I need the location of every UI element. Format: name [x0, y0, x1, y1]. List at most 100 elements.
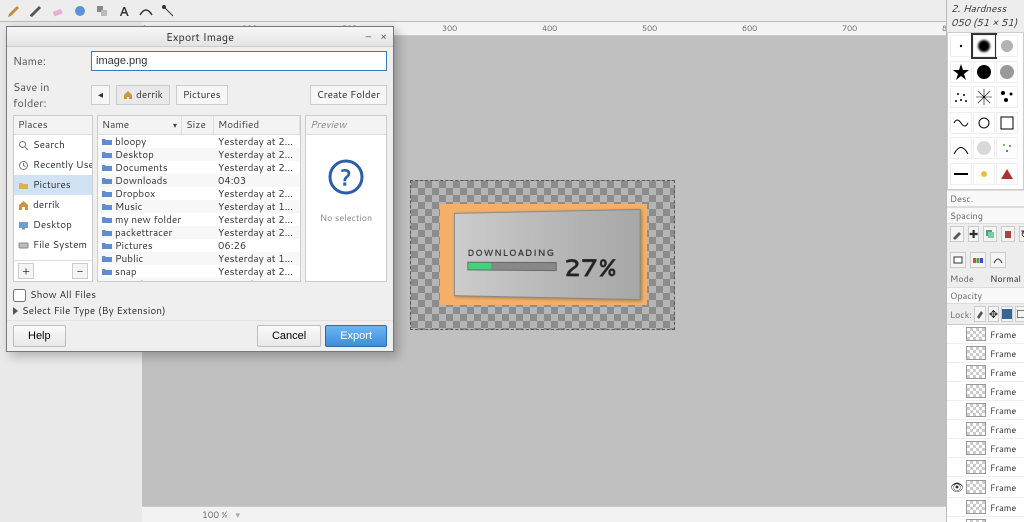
col-size-header[interactable]: Size [182, 116, 214, 134]
file-row[interactable]: PublicYesterday at 18:20 [98, 252, 300, 265]
delete-brush-icon[interactable] [1001, 226, 1015, 242]
place-item[interactable]: derrik [14, 195, 92, 215]
new-brush-icon[interactable]: ✚ [968, 226, 979, 242]
filename-input[interactable] [91, 51, 387, 71]
file-row[interactable]: MusicYesterday at 18:20 [98, 200, 300, 213]
channels-tab-icon[interactable] [970, 252, 986, 268]
lock-alpha-icon[interactable] [1001, 306, 1013, 322]
file-list[interactable]: bloopyYesterday at 23:13DesktopYesterday… [98, 135, 300, 281]
refresh-brush-icon[interactable]: ↻ [1019, 226, 1024, 242]
places-list[interactable]: SearchRecently UsedPicturesderrikDesktop… [14, 135, 92, 260]
file-row[interactable]: snapYesterday at 23:23 [98, 265, 300, 278]
remove-place-button[interactable]: − [72, 263, 88, 279]
layer-row[interactable]: Frame [947, 401, 1024, 420]
file-row[interactable]: DesktopYesterday at 23:13 [98, 148, 300, 161]
smudge-icon[interactable] [72, 3, 88, 19]
layer-row[interactable]: Frame [947, 420, 1024, 439]
progress-fill [468, 263, 491, 270]
brush-item[interactable] [950, 163, 972, 185]
place-item[interactable]: Recently Used [14, 155, 92, 175]
paths-tab-icon[interactable] [990, 252, 1006, 268]
brush-item[interactable] [950, 137, 972, 159]
layers-tab-icon[interactable] [950, 252, 966, 268]
canvas[interactable]: DOWNLOADING 27% [410, 180, 675, 330]
zoom-value[interactable]: 100 % [202, 508, 227, 521]
layer-row[interactable]: Frame [947, 517, 1024, 522]
lock-all-icon[interactable]: ☐ [1015, 306, 1024, 322]
lock-pixels-icon[interactable] [974, 306, 986, 322]
add-place-button[interactable]: + [18, 263, 34, 279]
eraser-icon[interactable] [50, 3, 66, 19]
brush-item[interactable] [996, 112, 1018, 134]
file-row[interactable]: DropboxYesterday at 23:23 [98, 187, 300, 200]
place-item[interactable]: Search [14, 135, 92, 155]
brush-item[interactable] [950, 112, 972, 134]
opacity-label: Opacity [947, 287, 1024, 304]
no-selection-label: No selection [320, 211, 372, 224]
layer-row[interactable]: Frame [947, 458, 1024, 477]
file-row[interactable]: my new folderYesterday at 23:23 [98, 213, 300, 226]
minimize-icon[interactable]: – [362, 30, 375, 43]
layer-thumb [966, 346, 986, 360]
brush-item[interactable] [996, 61, 1018, 83]
file-row[interactable]: bloopyYesterday at 23:13 [98, 135, 300, 148]
place-item[interactable]: File System [14, 235, 92, 255]
file-row[interactable]: Pictures06:26 [98, 239, 300, 252]
image-orange-rect: DOWNLOADING 27% [440, 204, 647, 305]
create-folder-button[interactable]: Create Folder [310, 85, 387, 105]
brush-item[interactable] [996, 86, 1018, 108]
layer-row[interactable]: Frame [947, 498, 1024, 517]
mode-value[interactable]: Normal [990, 272, 1021, 285]
eye-icon[interactable]: 👁 [950, 479, 962, 495]
paintbrush-icon[interactable] [6, 3, 22, 19]
path-back-button[interactable]: ◂ [91, 85, 110, 105]
brush-item[interactable] [950, 86, 972, 108]
col-modified-header[interactable]: Modified [214, 116, 300, 134]
export-button[interactable]: Export [325, 325, 387, 347]
place-item[interactable]: Pictures [14, 175, 92, 195]
brush-item[interactable] [973, 112, 995, 134]
show-all-files-checkbox[interactable]: Show All Files [13, 288, 387, 302]
brush-item[interactable] [973, 35, 995, 57]
path-icon[interactable] [138, 3, 154, 19]
path-segment-pictures[interactable]: Pictures [176, 85, 228, 105]
brush-item[interactable] [996, 137, 1018, 159]
col-name-header[interactable]: Name ▾ [98, 116, 182, 134]
close-icon[interactable]: × [377, 30, 390, 43]
clone-icon[interactable] [94, 3, 110, 19]
brush-item[interactable] [996, 35, 1018, 57]
brush-item[interactable] [950, 35, 972, 57]
layer-row[interactable]: Frame [947, 363, 1024, 382]
layer-row[interactable]: 👁Frame [947, 477, 1024, 498]
brushes-grid[interactable] [947, 32, 1024, 190]
file-row[interactable]: Downloads04:03 [98, 174, 300, 187]
file-row[interactable]: packettracerYesterday at 23:23 [98, 226, 300, 239]
lock-position-icon[interactable]: ✥ [988, 306, 999, 322]
layer-row[interactable]: Frame [947, 382, 1024, 401]
layers-list[interactable]: FrameFrameFrameFrameFrameFrameFrameFrame… [947, 324, 1024, 522]
cancel-button[interactable]: Cancel [257, 325, 321, 347]
place-item[interactable]: Desktop [14, 215, 92, 235]
edit-brush-icon[interactable] [950, 226, 964, 242]
file-row[interactable]: TemplatesYesterday at 23:23 [98, 278, 300, 281]
brush-item[interactable] [973, 86, 995, 108]
layer-row[interactable]: Frame [947, 325, 1024, 344]
dialog-titlebar[interactable]: Export Image – × [7, 27, 393, 47]
brush-item[interactable] [973, 137, 995, 159]
select-file-type-expander[interactable]: Select File Type (By Extension) [13, 304, 387, 318]
layer-row[interactable]: Frame [947, 439, 1024, 458]
measure-icon[interactable] [160, 3, 176, 19]
file-row[interactable]: DocumentsYesterday at 23:13 [98, 161, 300, 174]
brush-item[interactable] [973, 61, 995, 83]
layer-row[interactable]: Frame [947, 344, 1024, 363]
layer-thumb [966, 422, 986, 436]
path-segment-home[interactable]: derrik [116, 85, 170, 105]
brush-item[interactable] [996, 163, 1018, 185]
duplicate-brush-icon[interactable] [983, 226, 997, 242]
brush-item[interactable] [950, 61, 972, 83]
lock-label: Lock: [950, 308, 972, 321]
help-button[interactable]: Help [13, 325, 66, 347]
text-icon[interactable]: A [116, 3, 132, 19]
pencil-icon[interactable] [28, 3, 44, 19]
brush-item[interactable] [973, 163, 995, 185]
